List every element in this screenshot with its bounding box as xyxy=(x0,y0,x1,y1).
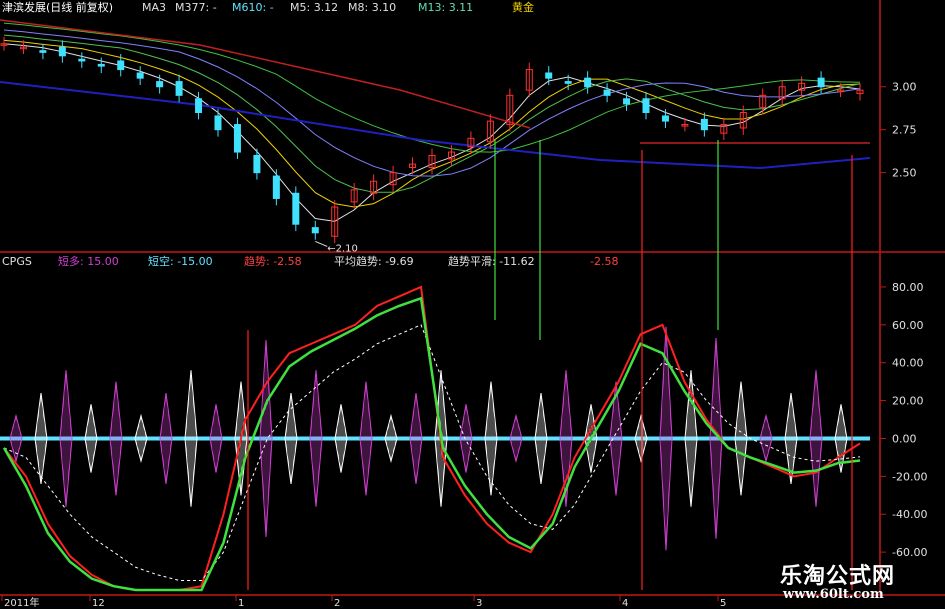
stock-title: 津滨发展(日线 前复权) xyxy=(2,1,114,14)
candle-body xyxy=(661,115,669,122)
candle-body xyxy=(156,81,164,88)
candle-body xyxy=(272,175,280,199)
indicator-line-trend-smooth xyxy=(2,296,861,592)
candle-body xyxy=(214,115,222,131)
moving-average-line xyxy=(3,39,861,208)
short-short-label: 短空: -15.00 xyxy=(148,255,213,268)
candle-body xyxy=(253,154,261,174)
indicator-tick-label: 20.00 xyxy=(892,395,924,408)
candle-body xyxy=(58,46,66,57)
low-price-label: ←2.10 xyxy=(327,243,358,254)
m8-label: M8: 3.10 xyxy=(348,1,397,14)
watermark-url: www.60lt.com xyxy=(783,587,884,602)
indicator-tick-label: 40.00 xyxy=(892,357,924,370)
indicator-tick-label: -60.00 xyxy=(892,546,927,559)
chart-window: ←2.10 3.00 2.75 2.50 80.00 60.00 40.00 20.00 0.… xyxy=(0,0,945,609)
date-tick-label: 5 xyxy=(720,598,726,609)
candle-body xyxy=(584,77,592,88)
date-tick-label: 2 xyxy=(334,598,340,609)
candle-body xyxy=(700,118,708,131)
trend-label: 趋势: -2.58 xyxy=(244,255,302,268)
indicator-name: CPGS xyxy=(2,255,32,268)
short-long-label: 短多: 15.00 xyxy=(58,255,119,268)
date-tick-label: 4 xyxy=(622,598,628,609)
m13-label: M13: 3.11 xyxy=(418,1,474,14)
indicator-tick-label: 80.00 xyxy=(892,281,924,294)
last-value-label: -2.58 xyxy=(590,255,619,268)
candle-body xyxy=(564,81,572,84)
ma3-label: MA3 xyxy=(142,1,167,14)
moving-average-line xyxy=(3,22,861,153)
candle-body xyxy=(623,98,631,105)
candle-body xyxy=(78,58,86,62)
m610-label: M610: - xyxy=(232,1,274,14)
indicator-tick-label: -40.00 xyxy=(892,508,927,521)
m377-label: M377: - xyxy=(175,1,217,14)
candle-body xyxy=(311,227,319,234)
indicator-line-avg-trend xyxy=(3,324,861,582)
avg-trend-label: 平均趋势: -9.69 xyxy=(334,255,414,268)
moving-average-line xyxy=(3,43,861,222)
candle-body xyxy=(136,72,144,79)
candle-body xyxy=(233,124,241,153)
low-marker-line xyxy=(315,240,328,247)
ma-long-red-line xyxy=(0,19,531,129)
candle-body xyxy=(39,50,47,53)
watermark-cn: 乐淘公式网 xyxy=(780,564,896,589)
trend-smooth-label: 趋势平滑: -11.62 xyxy=(448,255,535,268)
chart-canvas[interactable]: ←2.10 3.00 2.75 2.50 80.00 60.00 40.00 20.00 0.… xyxy=(0,0,945,609)
m5-label: M5: 3.12 xyxy=(290,1,339,14)
price-tick-label: 2.75 xyxy=(892,124,917,137)
candle-body xyxy=(195,98,203,114)
candle-body xyxy=(817,77,825,88)
indicator-tick-label: 60.00 xyxy=(892,319,924,332)
candle-body xyxy=(97,63,105,67)
indicator-tick-label: 0.00 xyxy=(892,432,917,445)
candle-body xyxy=(292,192,300,225)
candle-body xyxy=(175,81,183,96)
date-tick-label: 12 xyxy=(92,598,105,609)
date-tick-label: 2011年 xyxy=(4,596,39,609)
date-tick-label: 1 xyxy=(238,598,244,609)
indicator-tick-label: -20.00 xyxy=(892,470,927,483)
date-tick-label: 3 xyxy=(476,598,482,609)
candle-body xyxy=(545,72,553,79)
price-tick-label: 3.00 xyxy=(892,81,917,94)
candle-body xyxy=(603,89,611,96)
price-tick-label: 2.50 xyxy=(892,167,917,180)
extra-label: 黄金 xyxy=(512,1,534,14)
candle-body xyxy=(642,98,650,114)
candle-body xyxy=(117,60,125,71)
